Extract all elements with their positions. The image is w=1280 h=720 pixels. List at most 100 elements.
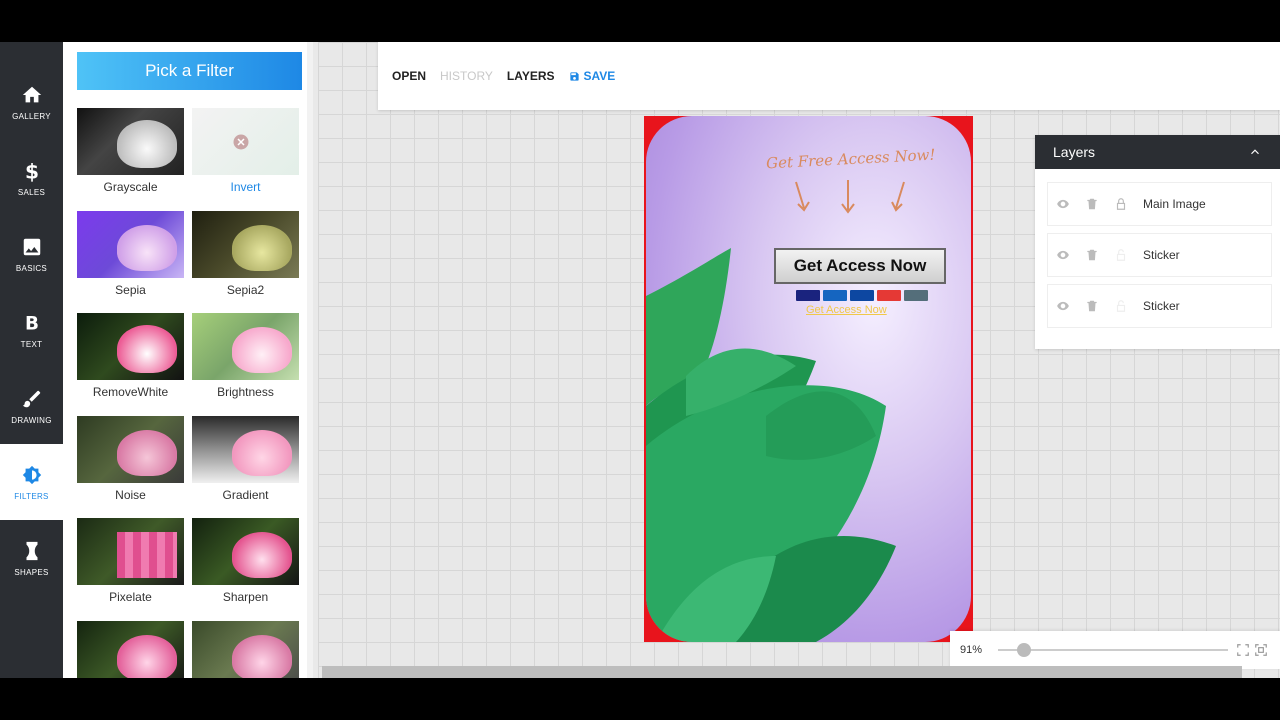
layers-button[interactable]: LAYERS	[507, 69, 555, 83]
main-image[interactable]: Get Free Access Now! Get Access Now Get …	[646, 116, 971, 642]
filter-thumbnail	[192, 313, 299, 380]
filter-tile-removewhite[interactable]: RemoveWhite	[77, 313, 184, 399]
nav-label: SHAPES	[14, 567, 49, 577]
arrow-icons	[795, 180, 905, 214]
filter-tile-pixelate[interactable]: Pixelate	[77, 518, 184, 604]
nav-item-gallery[interactable]: GALLERY	[0, 64, 63, 140]
layer-name: Sticker	[1143, 248, 1180, 262]
app: GALLERY $ SALES BASICS B TEXT DRAWING FI…	[0, 42, 1280, 678]
unlock-icon[interactable]	[1114, 248, 1128, 262]
lotus-image	[232, 327, 292, 373]
trash-icon[interactable]	[1085, 197, 1099, 211]
filter-thumbnail	[192, 621, 299, 678]
unlock-icon[interactable]	[1114, 299, 1128, 313]
pick-filter-header[interactable]: Pick a Filter	[77, 52, 302, 90]
nav-item-sales[interactable]: $ SALES	[0, 140, 63, 216]
filter-thumbnail	[77, 621, 184, 678]
layers-header[interactable]: Layers	[1035, 135, 1280, 169]
save-button[interactable]: SAVE	[569, 69, 615, 83]
save-icon	[569, 71, 579, 81]
svg-text:B: B	[25, 313, 39, 334]
lotus-image	[117, 225, 177, 271]
lotus-image	[117, 532, 177, 578]
nav-item-basics[interactable]: BASICS	[0, 216, 63, 292]
filter-tile-gradient[interactable]: Gradient	[192, 416, 299, 502]
eye-icon[interactable]	[1056, 248, 1070, 262]
open-button[interactable]: OPEN	[392, 69, 426, 83]
filter-thumbnail	[77, 211, 184, 278]
zoom-bar: 91%	[950, 631, 1280, 669]
layer-name: Sticker	[1143, 299, 1180, 313]
filter-tile-more[interactable]	[192, 621, 299, 678]
zoom-slider[interactable]	[998, 643, 1228, 657]
layer-name: Main Image	[1143, 197, 1206, 211]
fit-screen-icon[interactable]	[1236, 643, 1250, 657]
amex-card-icon	[850, 290, 874, 301]
filter-tile-invert[interactable]: Invert	[192, 108, 299, 194]
filter-name: Grayscale	[103, 180, 158, 194]
svg-text:$: $	[24, 160, 38, 182]
filter-tile-brightness[interactable]: Brightness	[192, 313, 299, 399]
filter-tile-noise[interactable]: Noise	[77, 416, 184, 502]
lotus-image	[117, 325, 177, 373]
lock-icon[interactable]	[1114, 197, 1128, 211]
design-artboard[interactable]: Get Free Access Now! Get Access Now Get …	[644, 116, 973, 642]
nav-label: GALLERY	[12, 111, 51, 121]
filter-thumbnail	[192, 108, 299, 175]
nav-item-text[interactable]: B TEXT	[0, 292, 63, 368]
cta-button[interactable]: Get Access Now	[774, 248, 946, 284]
eye-icon[interactable]	[1056, 197, 1070, 211]
filter-thumbnail	[192, 211, 299, 278]
layer-row-sticker[interactable]: Sticker	[1047, 284, 1272, 328]
horizontal-scrollbar[interactable]	[322, 666, 1242, 678]
nav-item-drawing[interactable]: DRAWING	[0, 368, 63, 444]
dollar-icon: $	[24, 160, 38, 182]
filter-panel-scrollbar[interactable]	[307, 42, 313, 678]
filter-name: Sharpen	[222, 590, 269, 604]
filter-tile-sepia2[interactable]: Sepia2	[192, 211, 299, 297]
filter-thumbnail	[192, 518, 299, 585]
cta-link[interactable]: Get Access Now	[806, 304, 887, 316]
filter-name: Noise	[115, 488, 146, 502]
fullscreen-icon[interactable]	[1254, 643, 1268, 657]
brush-icon	[22, 390, 40, 407]
layer-row-main-image[interactable]: Main Image	[1047, 182, 1272, 226]
zoom-value: 91%	[960, 644, 983, 656]
nav-label: SALES	[17, 187, 46, 197]
lotus-image	[117, 430, 177, 476]
filter-panel: Pick a Filter Grayscale Invert Sepia Sep…	[63, 42, 313, 678]
nav-item-filters[interactable]: FILTERS	[0, 444, 63, 520]
filter-name: Pixelate	[109, 590, 152, 604]
lotus-image	[117, 635, 177, 678]
nav-item-shapes[interactable]: SHAPES	[0, 520, 63, 596]
filter-tile-sepia[interactable]: Sepia	[77, 211, 184, 297]
chevron-up-icon[interactable]	[1248, 145, 1262, 159]
paypal-card-icon	[904, 290, 928, 301]
lotus-image	[232, 430, 292, 476]
layer-row-sticker[interactable]: Sticker	[1047, 233, 1272, 277]
filter-name: Invert	[230, 180, 261, 194]
loading-icon	[233, 134, 249, 150]
filter-name: Gradient	[222, 488, 269, 502]
nav-label: BASICS	[15, 263, 48, 273]
filter-thumbnail	[77, 416, 184, 483]
bold-icon: B	[25, 313, 39, 334]
trash-icon[interactable]	[1085, 248, 1099, 262]
filter-name: Sepia	[115, 283, 146, 297]
layers-title: Layers	[1053, 144, 1096, 160]
workspace: OPEN HISTORY LAYERS SAVE Get Free Access…	[318, 42, 1280, 678]
filter-tile-grayscale[interactable]: Grayscale	[77, 108, 184, 194]
home-icon	[22, 86, 41, 102]
eye-icon[interactable]	[1056, 299, 1070, 313]
history-button[interactable]: HISTORY	[440, 69, 493, 83]
visa-card-icon	[796, 290, 820, 301]
filter-thumbnail	[192, 416, 299, 483]
filter-icon	[22, 465, 41, 484]
zoom-slider-handle[interactable]	[1017, 643, 1031, 657]
trash-icon[interactable]	[1085, 299, 1099, 313]
filter-tile-more[interactable]	[77, 621, 184, 678]
filter-tile-sharpen[interactable]: Sharpen	[192, 518, 299, 604]
filter-thumbnail	[77, 313, 184, 380]
lotus-image	[117, 120, 177, 168]
layers-panel: Layers Main Image Sticker Sticker	[1035, 135, 1280, 349]
